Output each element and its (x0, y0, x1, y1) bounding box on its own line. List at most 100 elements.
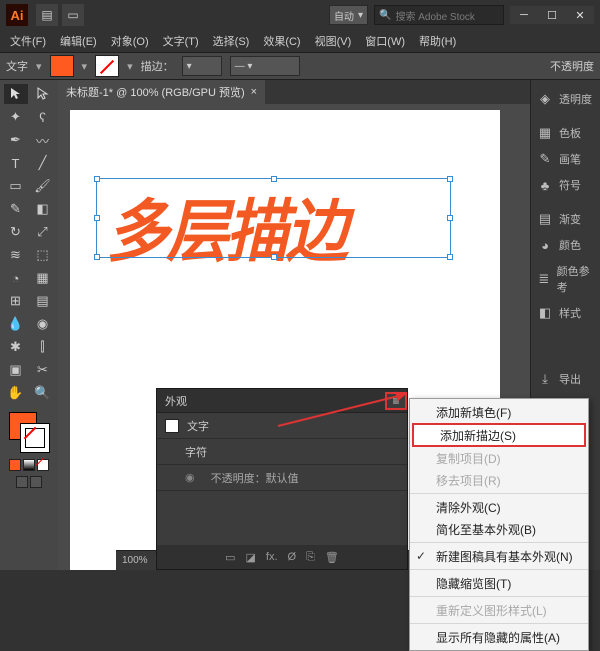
bridge-icon[interactable]: ▤ (36, 4, 58, 26)
control-bar: 文字 ▾ ▾ ▾ 描边： ▾ — ▾ 不透明度 (0, 52, 600, 80)
menu-effect[interactable]: 效果(C) (257, 30, 306, 52)
menu-simplify[interactable]: 简化至基本外观(B) (410, 518, 588, 540)
toolbox: ✦ ʕ ✒ 〰 T ╱ ▭ 🖌 ✎ ◧ ↻ ⤢ ≋ ⬚ ◔ ▦ ⊞ ▤ 💧 ◉ … (0, 80, 58, 570)
add-effect-icon[interactable]: fx. (266, 551, 278, 563)
appearance-row-char[interactable]: 字符 (157, 439, 407, 465)
selection-tool[interactable] (4, 84, 28, 104)
shape-builder-tool[interactable]: ◔ (4, 268, 28, 288)
duplicate-icon[interactable]: ⎘ (306, 551, 315, 564)
magic-wand-tool[interactable]: ✦ (4, 107, 28, 127)
chevron-down-icon[interactable]: ▾ (36, 60, 42, 73)
add-fill-icon[interactable]: ◪ (246, 551, 256, 564)
panel-styles[interactable]: ◧样式 (531, 300, 600, 326)
arrange-icon[interactable]: ▭ (62, 4, 84, 26)
fill-swatch[interactable] (50, 55, 74, 77)
mesh-tool[interactable]: ⊞ (4, 291, 28, 311)
direct-selection-tool[interactable] (31, 84, 55, 104)
chevron-down-icon[interactable]: ▾ (127, 60, 133, 73)
delete-icon[interactable]: 🗑 (325, 551, 339, 564)
menu-redefine-style: 重新定义图形样式(L) (410, 599, 588, 621)
close-button[interactable]: ✕ (566, 6, 594, 24)
artboard-tool[interactable]: ▣ (4, 360, 28, 380)
menu-select[interactable]: 选择(S) (207, 30, 256, 52)
panel-swatches[interactable]: ▦色板 (531, 120, 600, 146)
perspective-tool[interactable]: ▦ (31, 268, 55, 288)
panel-symbols[interactable]: ♣符号 (531, 172, 600, 198)
stroke-swatch[interactable] (95, 55, 119, 77)
stroke-weight[interactable]: ▾ (182, 56, 222, 76)
stock-search[interactable]: 🔍 搜索 Adobe Stock (374, 5, 504, 25)
visibility-icon[interactable]: ◉ (185, 471, 195, 484)
menu-remove-item: 移去项目(R) (410, 469, 588, 491)
panel-color[interactable]: ◕颜色 (531, 232, 600, 258)
panel-gradient[interactable]: ▤渐变 (531, 206, 600, 232)
menu-show-hidden[interactable]: 显示所有隐藏的属性(A) (410, 626, 588, 648)
menu-add-fill[interactable]: 添加新填色(F) (410, 401, 588, 423)
slice-tool[interactable]: ✂ (31, 360, 55, 380)
swatches-icon: ▦ (537, 125, 553, 141)
pen-tool[interactable]: ✒ (4, 130, 28, 150)
panel-export[interactable]: ⤓导出 (531, 366, 600, 392)
maximize-button[interactable]: ☐ (538, 6, 566, 24)
stroke-profile[interactable]: — ▾ (230, 56, 300, 76)
symbol-sprayer-tool[interactable]: ✱ (4, 337, 28, 357)
type-tool[interactable]: T (4, 153, 28, 173)
menu-new-basic[interactable]: 新建图稿具有基本外观(N) (410, 545, 588, 567)
canvas[interactable]: 未标题-1* @ 100% (RGB/GPU 预览)× 多层描边 外观 « ≡ (58, 80, 530, 570)
selection-box (96, 178, 451, 258)
zoom-tool[interactable]: 🔍 (31, 383, 55, 403)
lasso-tool[interactable]: ʕ (31, 107, 55, 127)
gradient-tool[interactable]: ▤ (31, 291, 55, 311)
eraser-tool[interactable]: ◧ (31, 199, 55, 219)
blend-tool[interactable]: ◉ (31, 314, 55, 334)
menu-window[interactable]: 窗口(W) (359, 30, 411, 52)
panel-brushes[interactable]: ✎画笔 (531, 146, 600, 172)
stroke-color[interactable] (21, 424, 49, 452)
chevron-down-icon[interactable]: ▾ (82, 60, 88, 73)
menu-clear-appearance[interactable]: 清除外观(C) (410, 496, 588, 518)
menu-text[interactable]: 文字(T) (157, 30, 205, 52)
menu-object[interactable]: 对象(O) (105, 30, 155, 52)
symbols-icon: ♣ (537, 177, 553, 193)
scale-tool[interactable]: ⤢ (31, 222, 55, 242)
width-tool[interactable]: ≋ (4, 245, 28, 265)
color-mode-swatches[interactable] (9, 459, 49, 471)
menu-help[interactable]: 帮助(H) (413, 30, 462, 52)
document-tab[interactable]: 未标题-1* @ 100% (RGB/GPU 预览)× (58, 80, 265, 104)
clear-icon[interactable]: Ø (288, 551, 297, 563)
add-stroke-icon[interactable]: ▭ (225, 551, 235, 564)
minimize-button[interactable]: ─ (510, 6, 538, 24)
appearance-row-opacity[interactable]: ◉ 不透明度：默认值 (157, 465, 407, 491)
paintbrush-tool[interactable]: 🖌 (31, 176, 55, 196)
zoom-level[interactable]: 100% (122, 555, 148, 566)
chevron-down-icon: ▾ (358, 10, 363, 21)
eyedropper-tool[interactable]: 💧 (4, 314, 28, 334)
graph-tool[interactable]: ⫿ (31, 337, 55, 357)
menu-add-stroke[interactable]: 添加新描边(S) (412, 423, 586, 447)
workspace-dropdown[interactable]: 自动 ▾ (329, 5, 368, 25)
titlebar: Ai ▤ ▭ 自动 ▾ 🔍 搜索 Adobe Stock ─ ☐ ✕ (0, 0, 600, 30)
free-transform-tool[interactable]: ⬚ (31, 245, 55, 265)
curvature-tool[interactable]: 〰 (31, 130, 55, 150)
appearance-panel-footer: ▭ ◪ fx. Ø ⎘ 🗑 (157, 545, 407, 569)
menu-hide-thumb[interactable]: 隐藏缩览图(T) (410, 572, 588, 594)
rotate-tool[interactable]: ↻ (4, 222, 28, 242)
panel-transparency[interactable]: ◈透明度 (531, 86, 600, 112)
panel-color-guide[interactable]: ≣颜色参考 (531, 266, 600, 292)
rectangle-tool[interactable]: ▭ (4, 176, 28, 196)
stroke-label: 描边： (141, 58, 174, 74)
pencil-tool[interactable]: ✎ (4, 199, 28, 219)
tool-label: 文字 (6, 58, 28, 74)
type-thumb-icon (165, 419, 179, 433)
menu-view[interactable]: 视图(V) (309, 30, 358, 52)
screen-mode[interactable] (16, 476, 42, 488)
color-picker[interactable] (9, 412, 49, 452)
menubar: 文件(F) 编辑(E) 对象(O) 文字(T) 选择(S) 效果(C) 视图(V… (0, 30, 600, 52)
line-tool[interactable]: ╱ (31, 153, 55, 173)
app-logo: Ai (6, 4, 28, 26)
menu-file[interactable]: 文件(F) (4, 30, 52, 52)
menu-edit[interactable]: 编辑(E) (54, 30, 103, 52)
close-tab-icon[interactable]: × (251, 86, 257, 98)
menu-duplicate-item: 复制项目(D) (410, 447, 588, 469)
hand-tool[interactable]: ✋ (4, 383, 28, 403)
